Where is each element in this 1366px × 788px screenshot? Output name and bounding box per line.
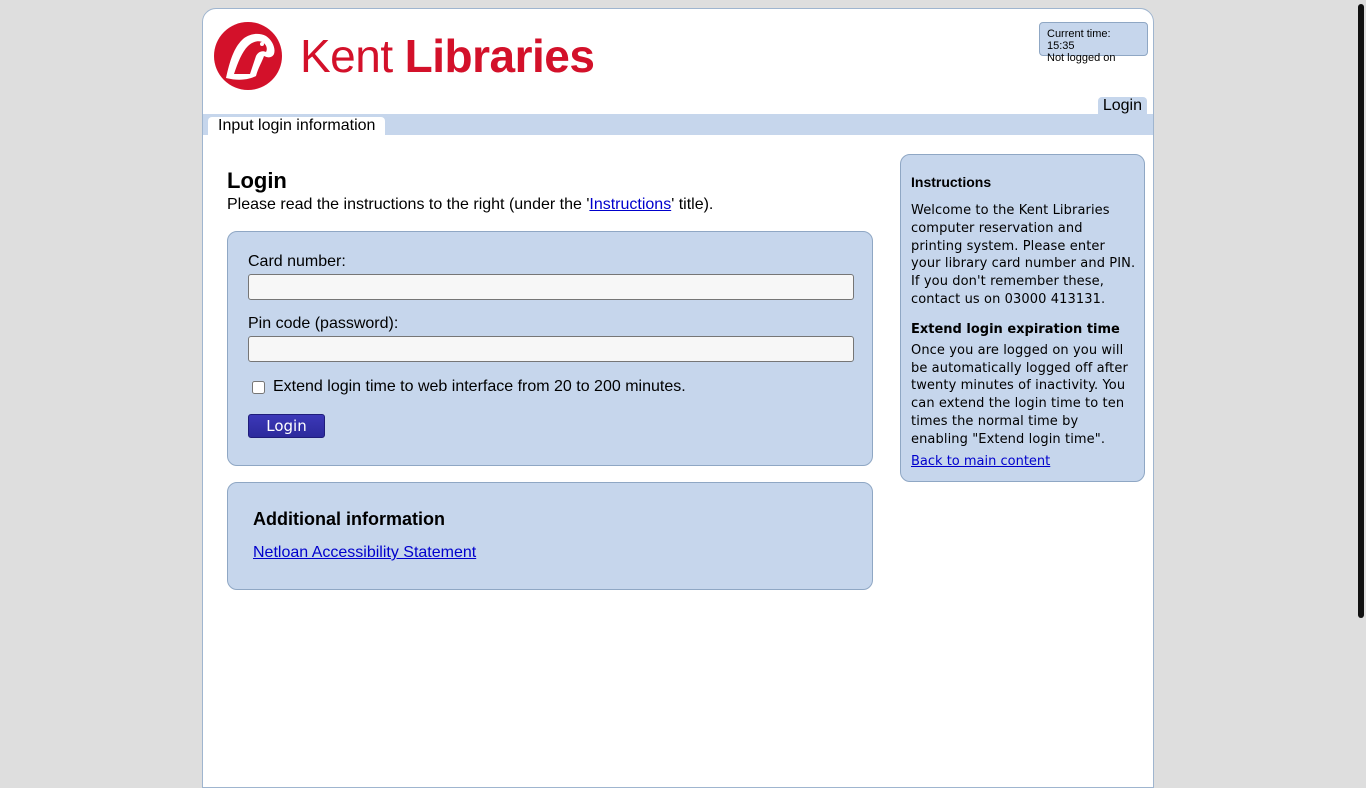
instructions-title: Instructions [911, 174, 992, 190]
instructions-sidebar: Instructions Welcome to the Kent Librari… [900, 154, 1145, 482]
main-content: Login Please read the instructions to th… [227, 167, 873, 590]
instructions-link[interactable]: Instructions [589, 196, 671, 213]
instructions-welcome-text: Welcome to the Kent Libraries computer r… [911, 203, 1136, 307]
login-form: Card number: Pin code (password): Extend… [227, 231, 873, 466]
tab-bar: Input login information [203, 114, 1153, 135]
page-title: Login [227, 168, 287, 193]
additional-information-title: Additional information [253, 509, 445, 529]
tab-input-login-information[interactable]: Input login information [208, 117, 386, 135]
extend-login-row: Extend login time to web interface from … [248, 378, 853, 396]
back-to-main-content-link[interactable]: Back to main content [911, 454, 1050, 469]
login-status: Not logged on [1047, 52, 1116, 64]
intro-text: Please read the instructions to the righ… [227, 196, 714, 213]
accessibility-statement-link[interactable]: Netloan Accessibility Statement [253, 544, 476, 562]
page-container: Kent Libraries Current time: 15:35 Not lo… [202, 8, 1154, 788]
additional-information-box: Additional information Netloan Accessibi… [227, 482, 873, 590]
extend-login-checkbox[interactable] [252, 380, 265, 394]
login-button[interactable]: Login [248, 414, 325, 438]
current-time: Current time: 15:35 [1047, 28, 1111, 52]
logo-text: Kent Libraries [300, 30, 595, 82]
horse-head-icon [214, 22, 282, 90]
extend-login-label[interactable]: Extend login time to web interface from … [273, 378, 686, 396]
pin-code-input[interactable] [248, 336, 854, 362]
status-box: Current time: 15:35 Not logged on [1039, 22, 1148, 64]
card-number-input[interactable] [248, 274, 854, 300]
extend-login-text: Once you are logged on you will be autom… [911, 342, 1128, 447]
page-scrollbar[interactable] [1358, 4, 1364, 618]
login-nav-tab[interactable]: Login [1097, 97, 1147, 115]
pin-code-label: Pin code (password): [248, 315, 399, 332]
extend-login-title: Extend login expiration time [911, 321, 1120, 337]
kent-libraries-logo[interactable]: Kent Libraries [212, 20, 595, 92]
card-number-label: Card number: [248, 253, 346, 270]
